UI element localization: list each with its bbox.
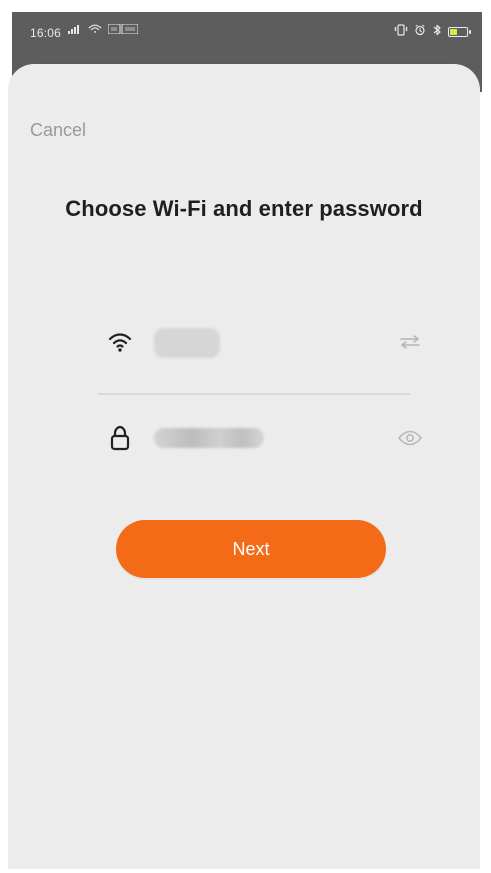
cancel-button[interactable]: Cancel [30,120,86,141]
lock-icon [106,424,134,452]
wifi-network-value [154,328,220,358]
eye-icon[interactable] [396,426,424,450]
next-button[interactable]: Next [116,520,386,578]
wifi-network-field[interactable] [96,316,420,368]
battery-level [450,28,458,35]
field-divider [98,393,410,395]
signal-icon [68,24,82,37]
password-field[interactable] [96,412,423,464]
wifi-status-icon [88,24,102,37]
status-left-icons [68,23,139,37]
volte-hd-icon [107,23,139,37]
swap-icon[interactable] [396,330,424,354]
password-value [154,428,264,448]
page-title: Choose Wi‑Fi and enter password [65,196,423,221]
status-time: 16:06 [30,26,62,40]
battery-icon [448,26,471,37]
wifi-icon [106,328,134,356]
screen: 16:06 Cancel Choose Wi‑Fi and enter pass… [0,0,491,873]
wifi-setup-sheet: Cancel Choose Wi‑Fi and enter password N… [8,64,480,869]
vibrate-icon [394,24,408,39]
alarm-icon [414,24,426,39]
status-right-icons [394,24,471,39]
bluetooth-icon [432,24,442,39]
